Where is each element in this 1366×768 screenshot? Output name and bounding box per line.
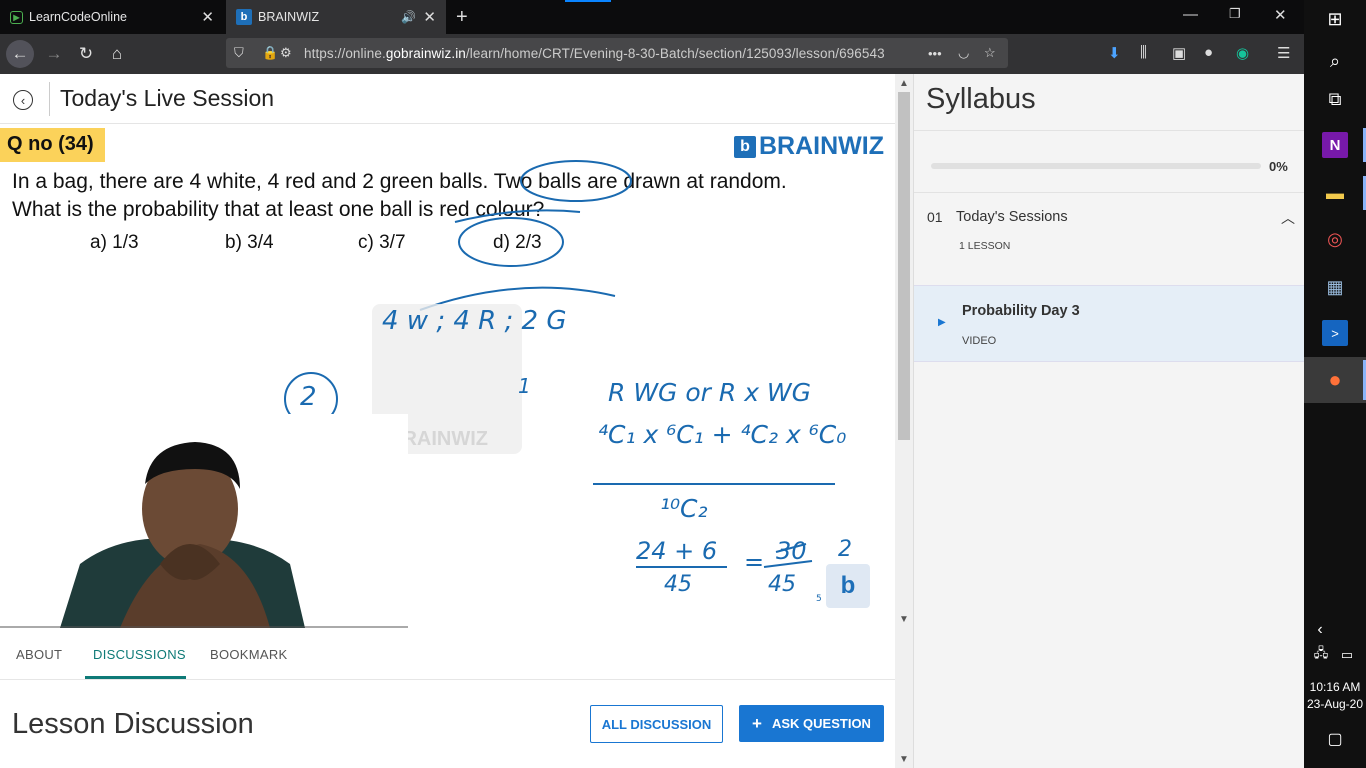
minimize-button[interactable]: —: [1183, 6, 1198, 23]
progress-label: 0%: [1269, 159, 1288, 174]
new-tab-button[interactable]: +: [456, 6, 468, 29]
handwritten-one: 1: [518, 374, 531, 398]
shield-icon[interactable]: ⛉: [234, 45, 244, 61]
header-divider: [49, 82, 50, 116]
url-text[interactable]: https://online.gobrainwiz.in/learn/home/…: [304, 46, 885, 61]
handwritten-result-numerator: 30: [776, 537, 807, 565]
play-icon: ▶: [938, 317, 946, 328]
task-view-icon[interactable]: ⧉: [1322, 86, 1348, 112]
all-discussion-button[interactable]: ALL DISCUSSION: [590, 705, 723, 743]
scroll-bottom-icon[interactable]: ▼: [899, 754, 909, 765]
handwritten-expression-2: ⁴C₁ x ⁶C₁ + ⁴C₂ x ⁶C₀: [598, 420, 847, 449]
ask-question-label: ASK QUESTION: [771, 716, 871, 731]
tab-indicator: [565, 0, 611, 2]
close-tab-icon[interactable]: ✕: [201, 8, 214, 26]
media-player-icon[interactable]: ◎: [1322, 226, 1348, 252]
browser-nav-bar: ← → ↻ ⌂ ⛉ 🔒 ⚙ https://online.gobrainwiz.…: [0, 34, 1304, 74]
scroll-down-icon[interactable]: ▼: [899, 614, 909, 625]
divider: [914, 130, 1305, 131]
reload-icon[interactable]: ↻: [72, 40, 100, 68]
ask-question-button[interactable]: + ASK QUESTION: [739, 705, 884, 742]
speaker-icon[interactable]: 🔊: [401, 10, 416, 24]
permissions-icon[interactable]: ⚙: [280, 45, 292, 61]
active-tab-indicator: [85, 676, 186, 679]
calculator-icon[interactable]: ▦: [1322, 274, 1348, 300]
url-bar[interactable]: ⛉ 🔒 ⚙ https://online.gobrainwiz.in/learn…: [226, 38, 1008, 68]
page-title: Today's Live Session: [60, 85, 275, 111]
handwritten-circle-number: 2: [300, 382, 317, 412]
divider: [914, 192, 1305, 193]
handwritten-result-small: 2: [838, 537, 852, 562]
pocket-icon[interactable]: ◡: [958, 45, 969, 61]
chevron-up-icon[interactable]: ︿: [1281, 208, 1295, 228]
scrollbar-thumb[interactable]: [898, 92, 910, 440]
sidebar-icon[interactable]: ▣: [1172, 44, 1186, 62]
home-icon[interactable]: ⌂: [103, 40, 131, 68]
tab-title: BRAINWIZ: [258, 10, 320, 24]
lesson-page: ‹ Today's Live Session Q no (34) b BRAIN…: [0, 74, 913, 768]
library-icon[interactable]: ⫼: [1140, 44, 1147, 61]
clock-time[interactable]: 10:16 AM: [1304, 680, 1366, 694]
close-tab-icon[interactable]: ✕: [423, 8, 436, 26]
handwritten-calc-numerator: 24 + 6: [636, 537, 718, 565]
browser-tab-bar: ▶ LearnCodeOnline ✕ b BRAINWIZ 🔊 ✕ + — ❐…: [0, 0, 1304, 34]
section-name: Today's Sessions: [956, 209, 1068, 225]
network-icon[interactable]: 🖧: [1308, 642, 1334, 668]
lesson-name: Probability Day 3: [962, 303, 1080, 319]
handwritten-result-denominator: 45: [768, 572, 796, 597]
onenote-icon[interactable]: N: [1322, 132, 1348, 158]
account-icon[interactable]: ●: [1204, 44, 1213, 61]
clock-date[interactable]: 23-Aug-20: [1304, 697, 1366, 711]
tab-discussions[interactable]: DISCUSSIONS: [93, 647, 186, 662]
scroll-up-icon[interactable]: ▲: [899, 78, 909, 89]
chevron-left-icon[interactable]: ‹: [1307, 617, 1333, 643]
download-icon[interactable]: ⬇: [1108, 44, 1121, 62]
maximize-button[interactable]: ❐: [1229, 6, 1241, 22]
firefox-icon[interactable]: ●: [1322, 367, 1348, 393]
back-icon[interactable]: ‹: [13, 90, 33, 110]
tab-bookmark[interactable]: BOOKMARK: [210, 647, 288, 662]
lesson-item[interactable]: ▶ Probability Day 3 VIDEO: [914, 285, 1305, 362]
corner-brainwiz-logo: b: [826, 564, 870, 608]
lesson-tabs: ABOUT DISCUSSIONS BOOKMARK: [0, 628, 895, 680]
handwritten-expression-1: R WG or R x WG: [608, 378, 812, 407]
syllabus-title: Syllabus: [926, 83, 1036, 115]
close-window-button[interactable]: ✕: [1274, 6, 1287, 24]
tab-learncodeonline[interactable]: ▶ LearnCodeOnline ✕: [0, 0, 224, 34]
section-number: 01: [927, 209, 943, 225]
handwritten-equals: =: [744, 548, 765, 576]
search-icon[interactable]: ⌕: [1322, 48, 1348, 74]
presenter-webcam: [0, 414, 408, 628]
powershell-icon[interactable]: >: [1322, 320, 1348, 346]
notification-icon[interactable]: ▢: [1322, 726, 1348, 752]
corner-number: 5: [816, 594, 822, 604]
forward-arrow-icon[interactable]: →: [40, 40, 68, 68]
progress-bar: [931, 163, 1261, 169]
tab-about[interactable]: ABOUT: [16, 647, 62, 662]
handwritten-denominator: ¹⁰C₂: [660, 494, 708, 523]
video-player[interactable]: Q no (34) b BRAINWIZ In a bag, there are…: [0, 124, 895, 628]
lock-icon[interactable]: 🔒: [262, 45, 278, 61]
brainwiz-logo-icon: b: [236, 9, 252, 25]
display-icon[interactable]: ▭: [1334, 642, 1360, 668]
grammarly-icon[interactable]: ◉: [1236, 44, 1249, 62]
back-arrow-icon[interactable]: ←: [6, 40, 34, 68]
page-header: ‹ Today's Live Session: [0, 74, 895, 124]
handwritten-ratio: 4 w ; 4 R ; 2 G: [382, 306, 567, 336]
page-actions-icon[interactable]: •••: [928, 46, 942, 61]
file-explorer-icon[interactable]: ▬: [1322, 180, 1348, 206]
plus-icon: +: [752, 713, 762, 733]
play-icon: ▶: [10, 10, 23, 24]
tab-title: LearnCodeOnline: [29, 10, 127, 24]
syllabus-sidebar: Syllabus 0% 01 Today's Sessions 1 LESSON…: [913, 74, 1305, 768]
lesson-type: VIDEO: [962, 335, 997, 347]
handwritten-calc-denominator: 45: [664, 572, 692, 597]
section-lesson-count: 1 LESSON: [959, 240, 1011, 252]
lesson-discussion-title: Lesson Discussion: [12, 708, 254, 740]
tab-brainwiz[interactable]: b BRAINWIZ 🔊 ✕: [226, 0, 446, 34]
bookmark-star-icon[interactable]: ☆: [984, 45, 996, 61]
windows-start-icon[interactable]: ⊞: [1322, 6, 1348, 32]
menu-icon[interactable]: ☰: [1277, 44, 1290, 62]
